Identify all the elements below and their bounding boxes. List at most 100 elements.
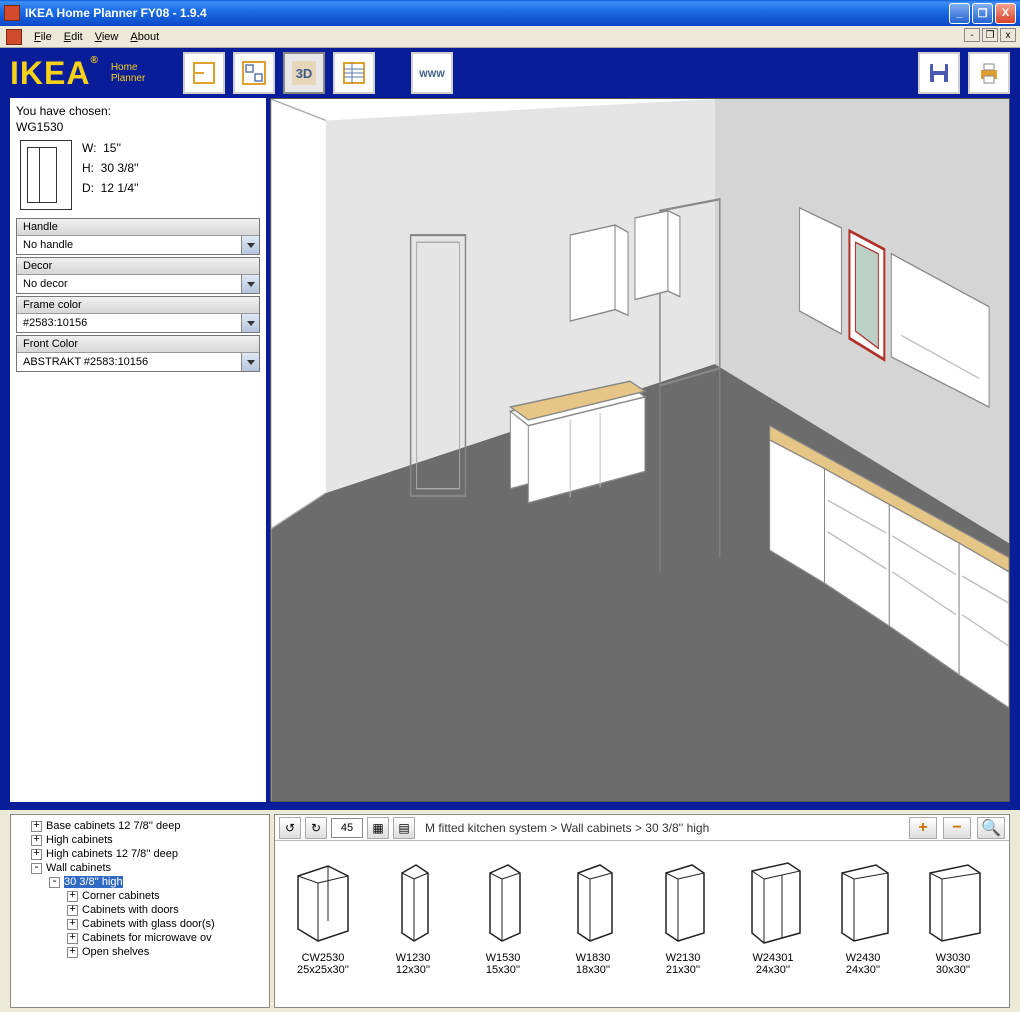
tree-item[interactable]: +High cabinets (13, 833, 267, 847)
chevron-down-icon[interactable] (241, 353, 259, 371)
catalog-thumbnail (643, 848, 723, 948)
zoom-in-button[interactable]: + (909, 817, 937, 839)
tool-3d-button[interactable]: 3D (283, 52, 325, 94)
expand-icon[interactable]: + (67, 919, 78, 930)
catalog-item[interactable]: W243024x30'' (819, 845, 907, 1003)
tree-item[interactable]: +Base cabinets 12 7/8'' deep (13, 819, 267, 833)
expand-icon[interactable]: + (67, 891, 78, 902)
catalog-item-name: CW2530 (282, 952, 364, 964)
chevron-down-icon[interactable] (241, 236, 259, 254)
tree-item[interactable]: +High cabinets 12 7/8'' deep (13, 847, 267, 861)
front-color-label: Front Color (17, 336, 259, 353)
tool-www-button[interactable]: WWW (411, 52, 453, 94)
tree-item[interactable]: +Cabinets with doors (13, 903, 267, 917)
menu-edit[interactable]: Edit (58, 29, 89, 45)
catalog-toolbar: ↺ ↻ ▦ ▤ M fitted kitchen system > Wall c… (275, 815, 1009, 841)
close-button[interactable]: X (995, 3, 1016, 24)
minimize-button[interactable]: _ (949, 3, 970, 24)
collapse-icon[interactable]: - (31, 863, 42, 874)
catalog-thumbnail (733, 848, 813, 948)
chosen-thumbnail (20, 140, 72, 210)
chevron-down-icon[interactable] (241, 275, 259, 293)
catalog-item-name: W1530 (462, 952, 544, 964)
tree-item[interactable]: +Corner cabinets (13, 889, 267, 903)
catalog-panel: ↺ ↻ ▦ ▤ M fitted kitchen system > Wall c… (274, 814, 1010, 1008)
chosen-product-code: WG1530 (16, 120, 260, 134)
front-color-dropdown[interactable]: Front Color ABSTRAKT #2583:10156 (16, 335, 260, 372)
catalog-item[interactable]: W123012x30'' (369, 845, 457, 1003)
tree-item[interactable]: +Cabinets for microwave ov (13, 931, 267, 945)
expand-icon[interactable]: + (31, 849, 42, 860)
tool-room-button[interactable] (183, 52, 225, 94)
save-button[interactable] (918, 52, 960, 94)
view-toggle-button[interactable]: ▦ (367, 817, 389, 839)
window-title: IKEA Home Planner FY08 - 1.9.4 (25, 6, 949, 20)
category-tree[interactable]: +Base cabinets 12 7/8'' deep +High cabin… (10, 814, 270, 1008)
3d-viewport[interactable] (270, 98, 1010, 802)
frame-color-label: Frame color (17, 297, 259, 314)
app-icon-small (6, 29, 22, 45)
expand-icon[interactable]: + (67, 933, 78, 944)
tree-item[interactable]: +Open shelves (13, 945, 267, 959)
tool-list-button[interactable] (333, 52, 375, 94)
handle-label: Handle (17, 219, 259, 236)
menu-view[interactable]: View (89, 29, 125, 45)
tool-plan-button[interactable] (233, 52, 275, 94)
catalog-item-dims: 25x25x30'' (282, 964, 364, 976)
expand-icon[interactable]: + (31, 821, 42, 832)
search-button[interactable]: 🔍 (977, 817, 1005, 839)
mdi-minimize-button[interactable]: - (964, 28, 980, 42)
menu-about[interactable]: About (124, 29, 165, 45)
catalog-item-dims: 18x30'' (552, 964, 634, 976)
app-toolbar: IKEA® HomePlanner 3D WWW (0, 48, 1020, 98)
chosen-dimensions: W: 15'' H: 30 3/8'' D: 12 1/4'' (82, 138, 139, 198)
catalog-item-dims: 30x30'' (912, 964, 994, 976)
expand-icon[interactable]: + (31, 835, 42, 846)
catalog-item-name: W24301 (732, 952, 814, 964)
maximize-button[interactable]: ❐ (972, 3, 993, 24)
ikea-logo: IKEA® (10, 55, 99, 92)
catalog-item[interactable]: W2430124x30'' (729, 845, 817, 1003)
decor-dropdown[interactable]: Decor No decor (16, 257, 260, 294)
expand-icon[interactable]: + (67, 905, 78, 916)
catalog-item-name: W1830 (552, 952, 634, 964)
catalog-thumbnail (463, 848, 543, 948)
tree-item[interactable]: -Wall cabinets (13, 861, 267, 875)
catalog-item[interactable]: W153015x30'' (459, 845, 547, 1003)
catalog-item[interactable]: W303030x30'' (909, 845, 997, 1003)
catalog-item[interactable]: W183018x30'' (549, 845, 637, 1003)
catalog-item-dims: 21x30'' (642, 964, 724, 976)
tree-item-selected[interactable]: -30 3/8'' high (13, 875, 267, 889)
chevron-down-icon[interactable] (241, 314, 259, 332)
view-toggle-2-button[interactable]: ▤ (393, 817, 415, 839)
catalog-thumbnail (553, 848, 633, 948)
catalog-thumbnail (913, 848, 993, 948)
zoom-out-button[interactable]: − (943, 817, 971, 839)
mdi-close-button[interactable]: x (1000, 28, 1016, 42)
mdi-restore-button[interactable]: ❐ (982, 28, 998, 42)
frame-color-dropdown[interactable]: Frame color #2583:10156 (16, 296, 260, 333)
catalog-items[interactable]: CW253025x25x30''W123012x30''W153015x30''… (275, 841, 1009, 1007)
rotation-angle-input[interactable] (331, 818, 363, 838)
catalog-item-name: W3030 (912, 952, 994, 964)
catalog-thumbnail (373, 848, 453, 948)
catalog-item[interactable]: W213021x30'' (639, 845, 727, 1003)
catalog-item-name: W1230 (372, 952, 454, 964)
decor-label: Decor (17, 258, 259, 275)
handle-dropdown[interactable]: Handle No handle (16, 218, 260, 255)
collapse-icon[interactable]: - (49, 877, 60, 888)
properties-panel: You have chosen: WG1530 W: 15'' H: 30 3/… (10, 98, 266, 802)
window-titlebar: IKEA Home Planner FY08 - 1.9.4 _ ❐ X (0, 0, 1020, 26)
catalog-item-dims: 12x30'' (372, 964, 454, 976)
expand-icon[interactable]: + (67, 947, 78, 958)
print-button[interactable] (968, 52, 1010, 94)
catalog-item-dims: 24x30'' (822, 964, 904, 976)
catalog-thumbnail (283, 848, 363, 948)
menu-file[interactable]: File (28, 29, 58, 45)
rotate-cw-button[interactable]: ↻ (305, 817, 327, 839)
rotate-ccw-button[interactable]: ↺ (279, 817, 301, 839)
svg-text:WWW: WWW (420, 69, 446, 79)
tree-item[interactable]: +Cabinets with glass door(s) (13, 917, 267, 931)
catalog-item[interactable]: CW253025x25x30'' (279, 845, 367, 1003)
menubar: File Edit View About - ❐ x (0, 26, 1020, 48)
